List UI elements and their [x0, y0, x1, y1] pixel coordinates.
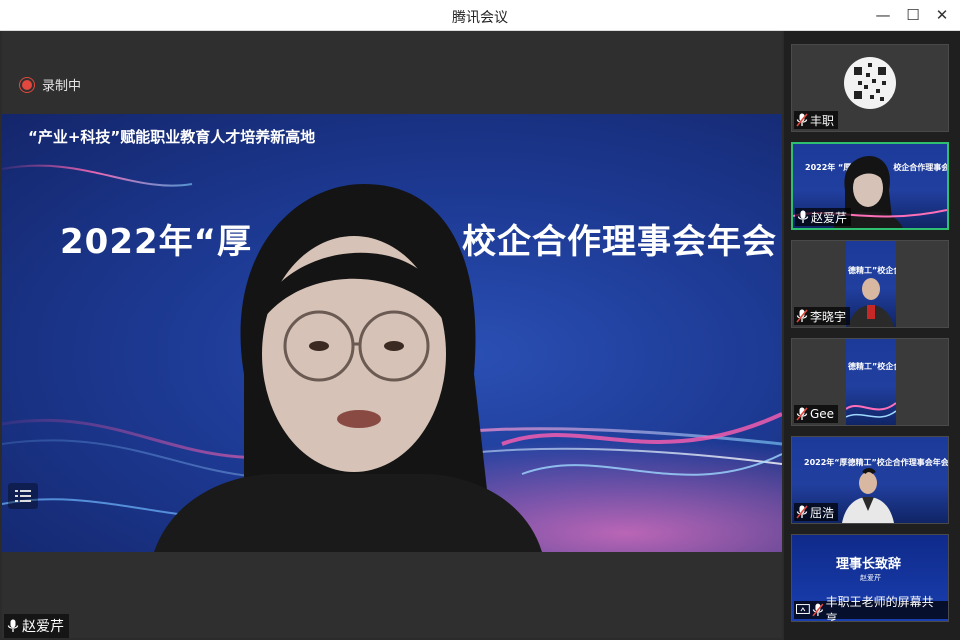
- recording-indicator[interactable]: 录制中: [22, 75, 81, 94]
- microphone-muted-icon: [796, 505, 808, 519]
- tile-slide-sub: 赵爱芹: [860, 574, 881, 582]
- screen-share-icon: [796, 604, 810, 614]
- participant-tile[interactable]: 德精工”校企合 李晓宇: [791, 240, 949, 328]
- participants-sidebar: 丰职 2022年 “厚校企合作理事会年会 赵爱芹: [784, 31, 960, 640]
- microphone-icon: [7, 619, 19, 632]
- tile-slide-title: 理事长致辞: [836, 557, 902, 572]
- participant-name: 丰职: [810, 113, 835, 128]
- participant-name: Gee: [810, 407, 835, 421]
- participant-name-tag: 屈浩: [794, 503, 839, 521]
- participant-name-tag: 赵爱芹: [795, 208, 852, 226]
- shared-slide: “产业+科技”赋能职业教育人才培养新高地 2022年“厚 校企合作理事会年会: [2, 114, 782, 552]
- participant-name-tag: Gee: [794, 405, 839, 423]
- main-video-area: 录制中 “产业+科技”赋能职业教育人才培养新高地 2022年“厚 校企合作理事会…: [2, 31, 782, 638]
- microphone-muted-icon: [812, 603, 824, 617]
- maximize-button[interactable]: ☐: [901, 4, 925, 26]
- participant-video: 德精工”校企合: [846, 339, 896, 425]
- microphone-muted-icon: [796, 309, 808, 323]
- list-menu-icon[interactable]: [8, 483, 38, 509]
- participant-name-tag: 丰职: [794, 111, 839, 129]
- participant-tile[interactable]: 理事长致辞 赵爱芹 丰职王老师的屏幕共享: [791, 534, 949, 622]
- participant-name: 屈浩: [810, 505, 835, 520]
- participant-video: 德精工”校企合: [846, 241, 896, 327]
- microphone-icon: [797, 210, 809, 223]
- participant-tile[interactable]: 德精工”校企合 Gee: [791, 338, 949, 426]
- microphone-muted-icon: [796, 113, 808, 127]
- participant-tile[interactable]: 2022年“厚德精工”校企合作理事会年会 屈浩: [791, 436, 949, 524]
- active-speaker-label: 赵爱芹: [4, 614, 69, 638]
- record-dot-icon: [22, 79, 32, 90]
- participant-name: 李晓宇: [810, 309, 847, 324]
- participant-name-tag: 李晓宇: [794, 307, 851, 325]
- recording-label: 录制中: [42, 79, 82, 94]
- window-title: 腾讯会议: [452, 10, 508, 26]
- participant-tile[interactable]: 丰职: [791, 44, 949, 132]
- participant-name: 赵爱芹: [811, 210, 848, 225]
- tile-slide-title: 德精工”校企合: [848, 362, 896, 371]
- title-bar: 腾讯会议 — ☐ ✕: [0, 0, 960, 31]
- speaker-video: [154, 184, 542, 552]
- slide-subtitle: “产业+科技”赋能职业教育人才培养新高地: [28, 128, 316, 146]
- close-button[interactable]: ✕: [930, 4, 954, 26]
- minimize-button[interactable]: —: [871, 4, 895, 26]
- microphone-muted-icon: [796, 407, 808, 421]
- participant-name-tag: 丰职王老师的屏幕共享: [794, 595, 948, 621]
- participant-name: 丰职王老师的屏幕共享: [825, 595, 934, 622]
- participant-tile-active[interactable]: 2022年 “厚校企合作理事会年会 赵爱芹: [791, 142, 949, 230]
- active-speaker-name: 赵爱芹: [22, 619, 64, 635]
